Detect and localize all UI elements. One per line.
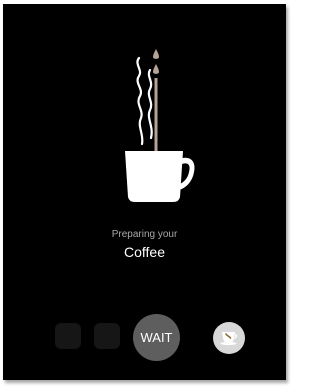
preparing-label: Preparing your [111, 229, 178, 240]
hidden-option-button [94, 323, 120, 349]
coffee-illustration [125, 49, 195, 202]
steam-icon [136, 56, 144, 146]
cup-button[interactable] [213, 322, 245, 354]
coffee-drop-icon [153, 64, 159, 74]
hidden-option-button [55, 323, 81, 349]
coffee-drop-icon [153, 49, 159, 59]
coffee-stream [154, 78, 158, 155]
wait-button[interactable]: WAIT [133, 314, 180, 361]
product-name: Coffee [124, 244, 165, 260]
brewing-screen: Preparing your Coffee WAIT [3, 4, 286, 380]
coffee-cup-icon [125, 151, 183, 202]
steam-icon [147, 68, 153, 140]
cup-saucer-icon [220, 332, 238, 346]
